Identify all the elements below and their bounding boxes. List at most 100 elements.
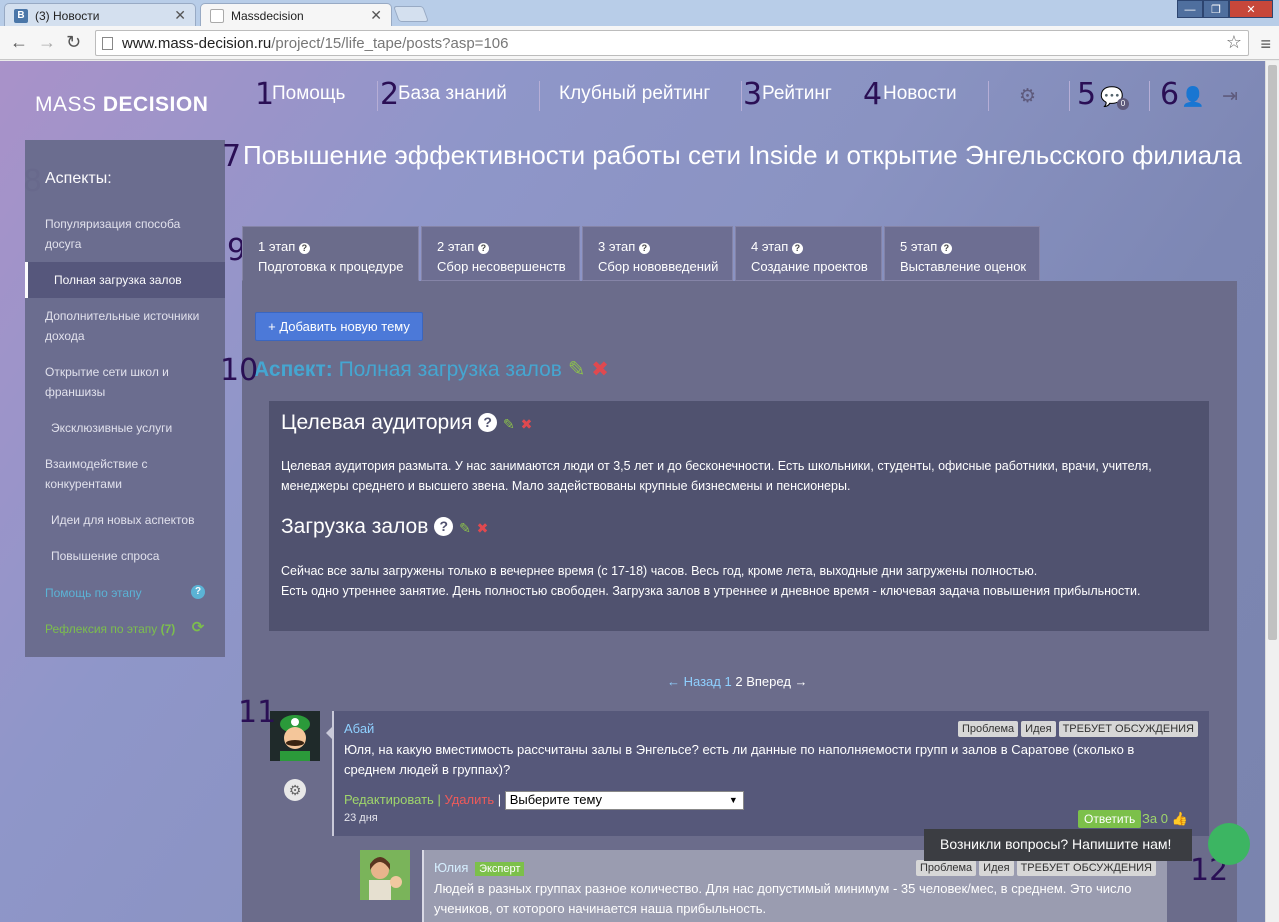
avatar[interactable] (360, 850, 410, 900)
nav-divider (741, 81, 742, 111)
nav-knowledge-base[interactable]: База знаний (398, 83, 507, 105)
nav-club-rating[interactable]: Клубный рейтинг (559, 83, 710, 105)
delete-cross-icon[interactable]: ✖ (477, 520, 489, 536)
question-circle-icon[interactable]: ? (434, 517, 454, 536)
thumbs-up-icon: 👍 (1171, 811, 1188, 826)
expert-badge: Эксперт (475, 862, 525, 876)
tab-stage-1[interactable]: 1 этап ? Подготовка к процедуре (242, 226, 419, 281)
new-tab-button[interactable] (393, 6, 429, 22)
chat-widget-icon[interactable] (1208, 823, 1250, 865)
post-text: Юля, на какую вместимость рассчитаны зал… (344, 742, 1135, 777)
logo[interactable]: MASS DECISION (35, 93, 208, 117)
post-author[interactable]: Юлия Эксперт (434, 860, 525, 876)
dropdown-arrow-icon: ▼ (728, 795, 738, 805)
gear-icon[interactable]: ⚙ (284, 779, 306, 801)
gear-icon[interactable]: ⚙ (1019, 85, 1036, 108)
nav-divider (1149, 81, 1150, 111)
reply-button[interactable]: Ответить (1078, 810, 1142, 828)
chat-widget[interactable]: Возникли вопросы? Напишите нам! (924, 829, 1192, 861)
nav-divider (988, 81, 989, 111)
sidebar-item-aspect[interactable]: Открытие сети школ и франшизы (45, 362, 215, 402)
edit-link[interactable]: Редактировать (344, 792, 434, 807)
delete-link[interactable]: Удалить (444, 792, 494, 807)
nav-divider (377, 81, 378, 111)
question-icon: ? (477, 243, 489, 254)
delete-cross-icon[interactable]: ✖ (521, 416, 533, 432)
sidebar-item-aspect[interactable]: Идеи для новых аспектов (51, 510, 221, 530)
tag-needs-discussion[interactable]: ТРЕБУЕТ ОБСУЖДЕНИЯ (1058, 721, 1198, 737)
vote-button[interactable]: За 0 👍 (1142, 811, 1188, 827)
post-author[interactable]: Абай (344, 721, 374, 736)
tag-needs-discussion[interactable]: ТРЕБУЕТ ОБСУЖДЕНИЯ (1016, 860, 1156, 876)
tag-problem[interactable]: Проблема (958, 721, 1019, 737)
nav-news[interactable]: Новости (883, 83, 957, 105)
forward-icon[interactable]: → (38, 32, 56, 53)
question-circle-icon[interactable]: ? (478, 413, 498, 432)
browser-menu-icon[interactable]: ≡ (1260, 34, 1271, 55)
tab-stage-5[interactable]: 5 этап ? Выставление оценок (884, 226, 1040, 281)
nav-help[interactable]: Помощь (272, 83, 345, 105)
stage-panel: + Добавить новую тему Аспект: Полная заг… (242, 281, 1237, 922)
edit-pencil-icon[interactable]: ✎ (568, 358, 586, 381)
post-tags: Проблема Идея ТРЕБУЕТ ОБСУЖДЕНИЯ (955, 721, 1198, 737)
pager-prev[interactable]: ← Назад (667, 674, 721, 689)
pager-page-1[interactable]: 1 (725, 674, 732, 689)
stage-help-link[interactable]: Помощь по этапу ? (45, 585, 205, 600)
topic-select[interactable]: Выберите тему ▼ (504, 791, 744, 810)
reload-icon[interactable]: ↻ (66, 32, 81, 53)
tag-idea[interactable]: Идея (1021, 721, 1056, 737)
annotation-number: 6 (1160, 77, 1180, 112)
sidebar-item-aspect[interactable]: Повышение спроса (51, 546, 221, 566)
sidebar-item-aspect[interactable]: Дополнительные источники дохода (45, 306, 215, 346)
url-input[interactable]: www.mass-decision.ru/project/15/life_tap… (95, 30, 1249, 56)
tag-idea[interactable]: Идея (979, 860, 1014, 876)
pager-page-2: 2 (735, 674, 743, 689)
pager-next[interactable]: Вперед → (746, 674, 807, 689)
sidebar-item-aspect[interactable]: Эксклюзивные услуги (51, 418, 221, 438)
add-topic-button[interactable]: + Добавить новую тему (255, 312, 423, 341)
question-icon: ? (638, 243, 650, 254)
tab-stage-2[interactable]: 2 этап ? Сбор несовершенств (421, 226, 580, 281)
messages-count-badge: 0 (1117, 98, 1129, 110)
scrollbar-thumb[interactable] (1268, 65, 1277, 640)
refresh-icon: ⟳ (191, 619, 205, 636)
avatar[interactable] (270, 711, 320, 761)
annotation-number: 10 (220, 353, 259, 388)
url-path: /project/15/life_tape/posts?asp=106 (271, 35, 509, 52)
stage-reflection-link[interactable]: Рефлексия по этапу (7) ⟳ (45, 620, 204, 636)
post-actions: Редактировать | Удалить | Выберите тему ▼ (344, 791, 744, 810)
browser-tab-vk[interactable]: В (3) Новости ✕ (4, 3, 196, 26)
sidebar-item-aspect[interactable]: Популяризация способа досуга (45, 214, 215, 254)
question-icon: ? (298, 243, 310, 254)
close-tab-icon[interactable]: ✕ (370, 7, 382, 24)
scrollbar[interactable] (1265, 61, 1279, 922)
aspect-card: Целевая аудитория ? ✎ ✖ Целевая аудитори… (269, 401, 1209, 631)
post-date: 23 дня (344, 812, 378, 824)
back-icon[interactable]: ← (10, 32, 28, 53)
minimize-icon[interactable]: — (1177, 0, 1203, 18)
window-close-icon[interactable]: ✕ (1229, 0, 1273, 18)
tab-stage-4[interactable]: 4 этап ? Создание проектов (735, 226, 882, 281)
tag-problem[interactable]: Проблема (916, 860, 977, 876)
tab-label: (3) Новости (35, 9, 100, 23)
close-tab-icon[interactable]: ✕ (174, 7, 186, 24)
browser-tabbar: В (3) Новости ✕ Massdecision ✕ — ❐ ✕ (0, 0, 1279, 26)
sidebar-item-aspect[interactable]: Взаимодействие с конкурентами (45, 454, 215, 494)
sidebar-title: Аспекты: (45, 170, 112, 187)
logout-icon[interactable]: ⇥ (1222, 85, 1238, 108)
post-text: Людей в разных группах разное количество… (434, 881, 1132, 916)
maximize-icon[interactable]: ❐ (1203, 0, 1229, 18)
nav-divider (1069, 81, 1070, 111)
nav-rating[interactable]: Рейтинг (762, 83, 832, 105)
section-heading: Загрузка залов ? ✎ ✖ (281, 515, 489, 538)
question-icon: ? (791, 243, 803, 254)
section-text: Целевая аудитория размыта. У нас занимаю… (281, 459, 1152, 493)
user-icon[interactable]: 👤 (1181, 85, 1205, 109)
tab-stage-3[interactable]: 3 этап ? Сбор нововведений (582, 226, 733, 281)
browser-tab-massdecision[interactable]: Massdecision ✕ (200, 3, 392, 26)
edit-pencil-icon[interactable]: ✎ (503, 416, 515, 432)
edit-pencil-icon[interactable]: ✎ (459, 520, 471, 536)
bookmark-star-icon[interactable]: ☆ (1226, 32, 1242, 53)
sidebar-item-aspect-active[interactable]: Полная загрузка залов (25, 262, 225, 298)
delete-cross-icon[interactable]: ✖ (591, 358, 609, 381)
